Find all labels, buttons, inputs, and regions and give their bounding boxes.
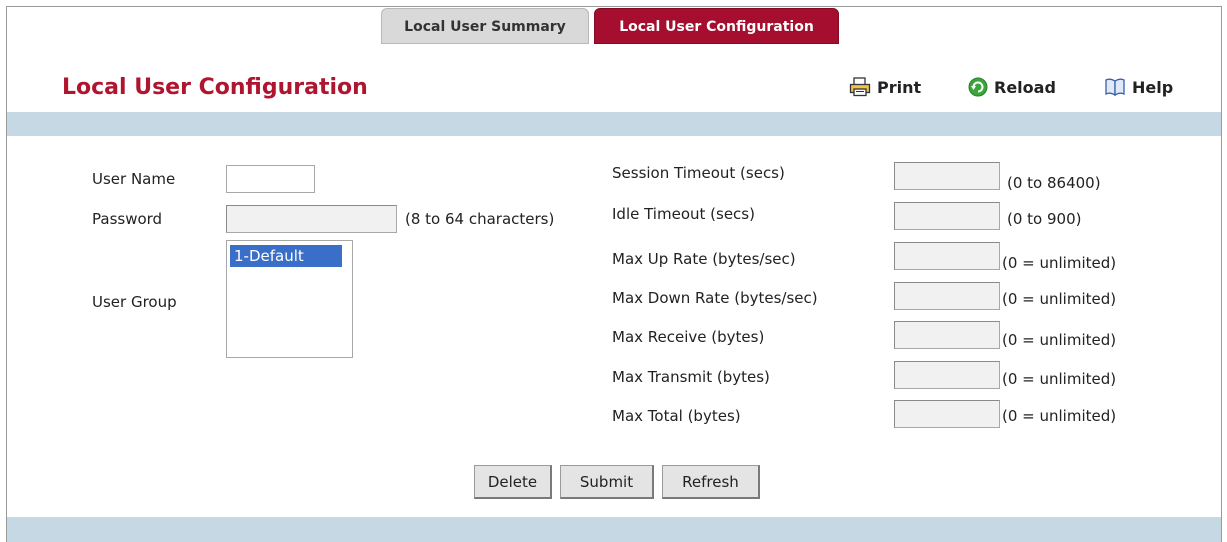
max-up-rate-label: Max Up Rate (bytes/sec): [612, 250, 796, 268]
submit-button[interactable]: Submit: [560, 465, 654, 499]
user-group-listbox[interactable]: 1-Default: [226, 240, 353, 358]
max-down-rate-hint: (0 = unlimited): [1002, 290, 1117, 308]
footer-band: [7, 517, 1221, 542]
header-separator-band: [7, 112, 1221, 136]
password-hint: (8 to 64 characters): [405, 210, 555, 228]
user-name-input[interactable]: [226, 165, 315, 193]
user-group-label: User Group: [92, 293, 177, 311]
max-up-rate-input[interactable]: [894, 242, 1000, 270]
reload-icon: [968, 77, 988, 97]
max-receive-label: Max Receive (bytes): [612, 328, 765, 346]
max-transmit-input[interactable]: [894, 361, 1000, 389]
help-button[interactable]: Help: [1104, 77, 1173, 97]
tab-local-user-configuration[interactable]: Local User Configuration: [594, 8, 839, 44]
printer-icon: [849, 77, 871, 97]
password-label: Password: [92, 210, 163, 228]
max-receive-hint: (0 = unlimited): [1002, 331, 1117, 349]
delete-button[interactable]: Delete: [474, 465, 552, 499]
password-input[interactable]: [226, 205, 397, 233]
max-down-rate-label: Max Down Rate (bytes/sec): [612, 289, 818, 307]
user-group-option-selected[interactable]: 1-Default: [230, 245, 342, 267]
page-title: Local User Configuration: [62, 75, 368, 100]
reload-button[interactable]: Reload: [968, 77, 1056, 97]
tab-local-user-summary[interactable]: Local User Summary: [381, 8, 589, 44]
refresh-button[interactable]: Refresh: [662, 465, 760, 499]
session-timeout-label: Session Timeout (secs): [612, 164, 785, 182]
reload-label: Reload: [994, 77, 1056, 97]
print-button[interactable]: Print: [849, 77, 921, 97]
session-timeout-hint: (0 to 86400): [1007, 174, 1101, 192]
idle-timeout-label: Idle Timeout (secs): [612, 205, 755, 223]
max-transmit-hint: (0 = unlimited): [1002, 370, 1117, 388]
max-down-rate-input[interactable]: [894, 282, 1000, 310]
help-label: Help: [1132, 77, 1174, 97]
help-book-icon: [1104, 77, 1126, 97]
user-name-label: User Name: [92, 170, 176, 188]
max-total-hint: (0 = unlimited): [1002, 407, 1117, 425]
max-transmit-label: Max Transmit (bytes): [612, 368, 770, 386]
max-total-label: Max Total (bytes): [612, 407, 741, 425]
max-up-rate-hint: (0 = unlimited): [1002, 254, 1117, 272]
max-total-input[interactable]: [894, 400, 1000, 428]
idle-timeout-input[interactable]: [894, 202, 1000, 230]
max-receive-input[interactable]: [894, 321, 1000, 349]
idle-timeout-hint: (0 to 900): [1007, 210, 1082, 228]
print-label: Print: [877, 77, 922, 97]
session-timeout-input[interactable]: [894, 162, 1000, 190]
